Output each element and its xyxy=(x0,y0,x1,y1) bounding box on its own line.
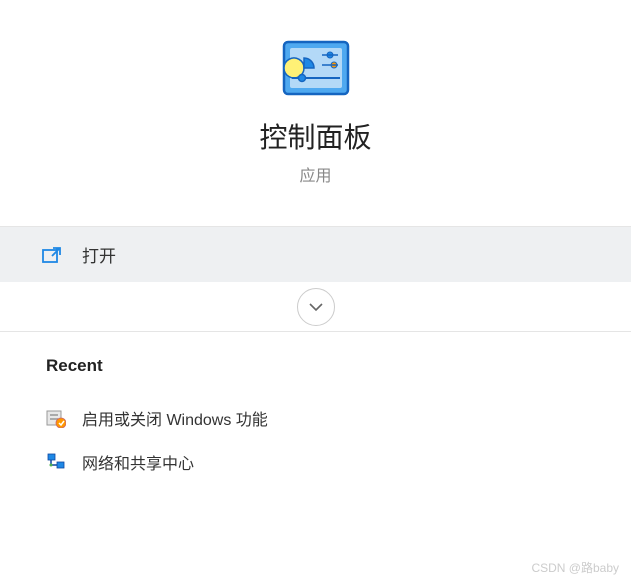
app-title: 控制面板 xyxy=(20,116,611,156)
recent-section: Recent 启用或关闭 Windows 功能 网络和共享中心 xyxy=(0,332,631,500)
recent-item-label: 网络和共享中心 xyxy=(82,450,194,474)
chevron-down-icon xyxy=(308,302,324,312)
open-button[interactable]: 打开 xyxy=(0,227,631,282)
open-icon xyxy=(42,246,62,264)
windows-features-icon xyxy=(46,408,66,428)
recent-heading: Recent xyxy=(46,356,585,376)
control-panel-icon xyxy=(282,40,350,96)
recent-item-windows-features[interactable]: 启用或关闭 Windows 功能 xyxy=(46,396,585,440)
app-category: 应用 xyxy=(20,162,611,186)
network-sharing-icon xyxy=(46,452,66,472)
recent-item-network-sharing[interactable]: 网络和共享中心 xyxy=(46,440,585,484)
app-header: 控制面板 应用 xyxy=(0,0,631,216)
open-label: 打开 xyxy=(82,242,116,267)
recent-item-label: 启用或关闭 Windows 功能 xyxy=(82,406,268,430)
expand-row xyxy=(0,282,631,332)
expand-button[interactable] xyxy=(297,288,335,326)
watermark: CSDN @路baby xyxy=(531,559,619,576)
